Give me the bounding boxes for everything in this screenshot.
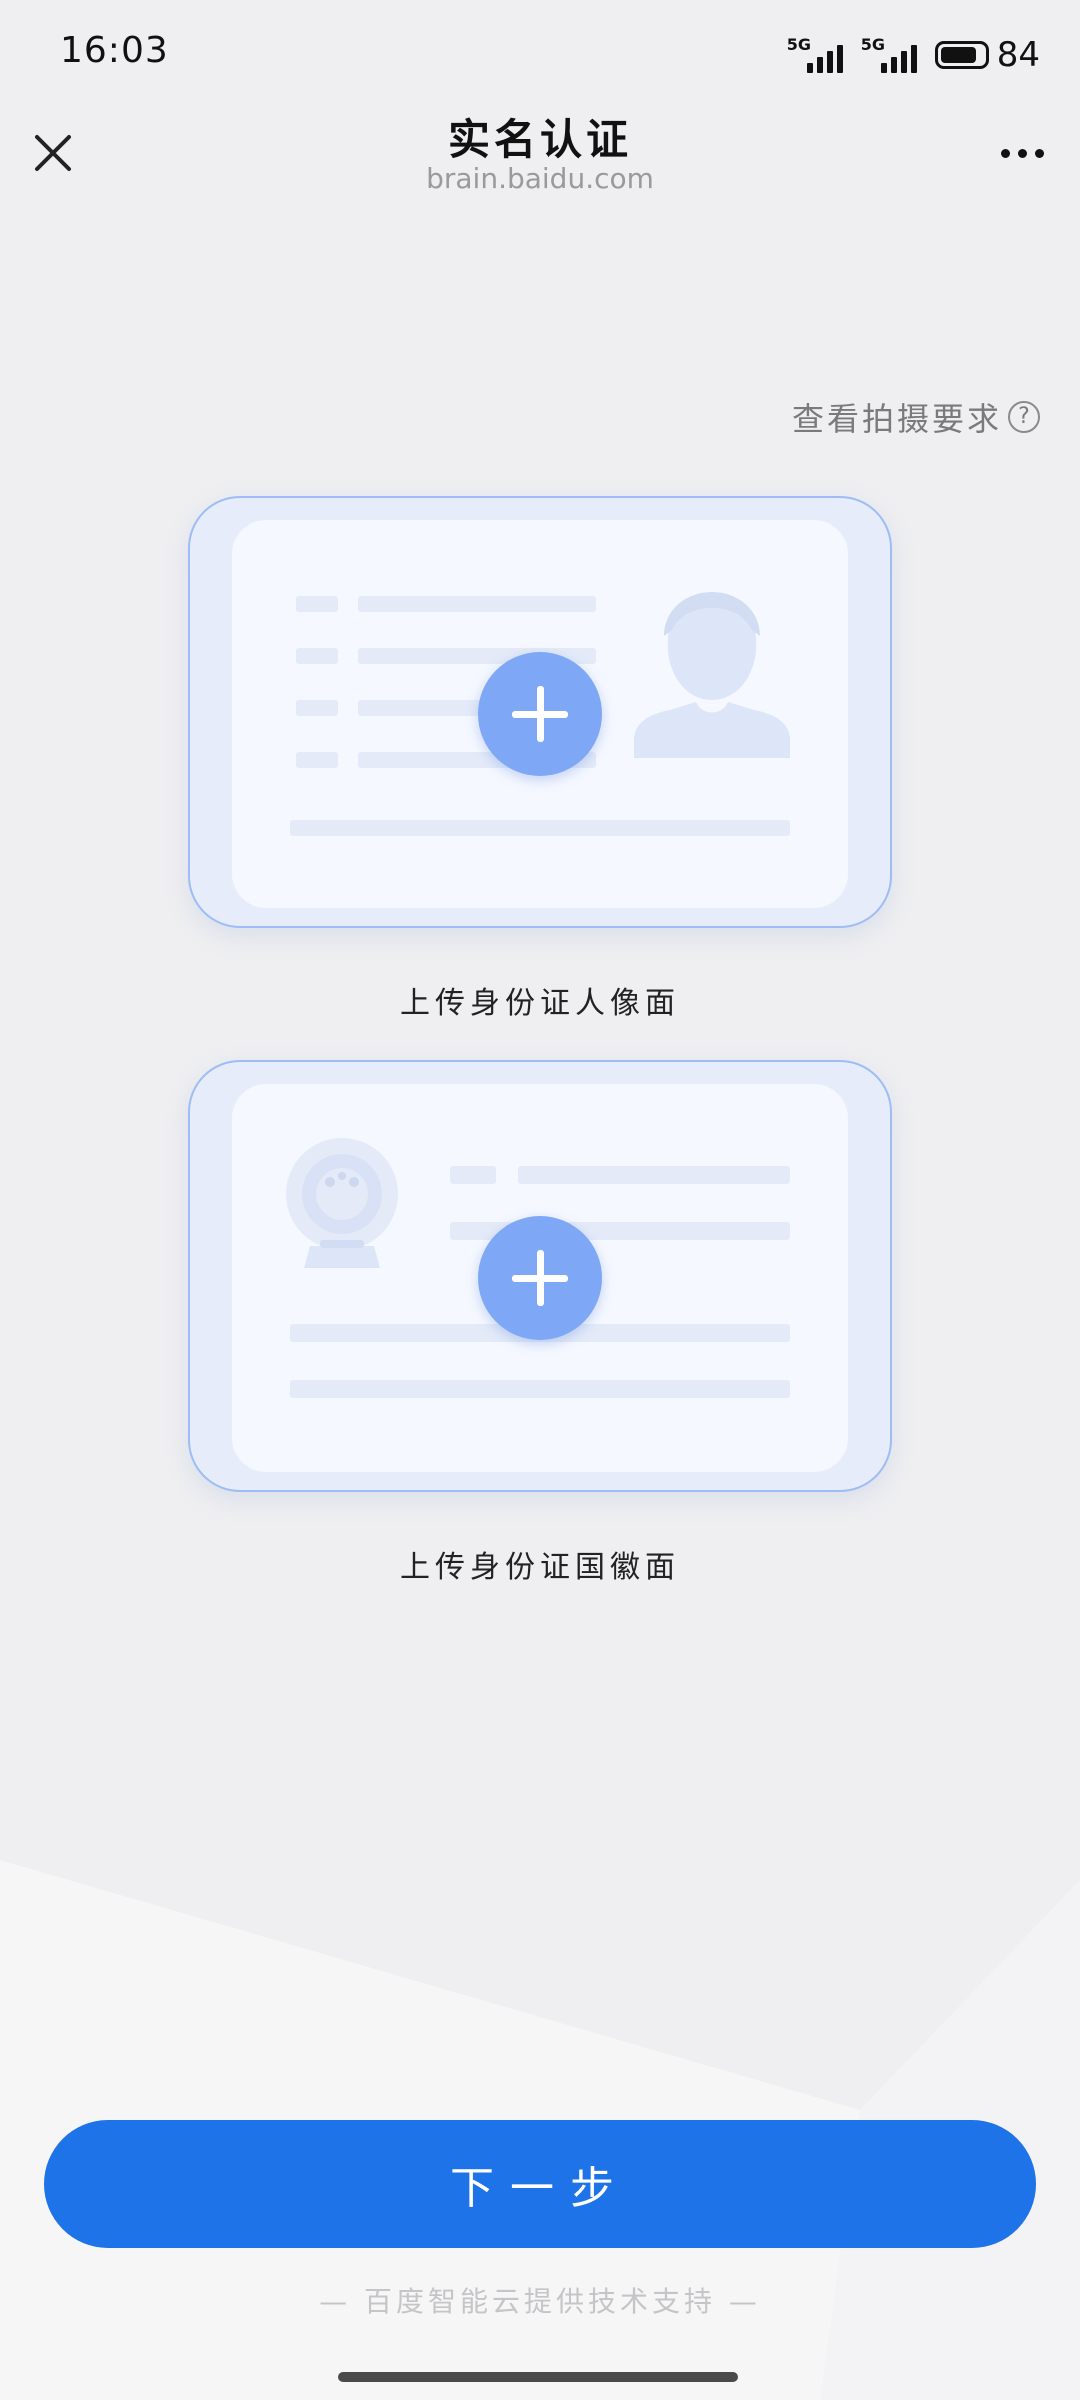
more-dots-icon (1000, 148, 1010, 158)
help-icon: ? (1008, 401, 1040, 433)
status-time: 16:03 (60, 30, 169, 71)
page-title: 实名认证 (447, 115, 632, 164)
view-photo-requirements-link[interactable]: 查看拍摄要求 ? (792, 394, 1040, 440)
plus-icon (478, 652, 602, 776)
signal-icon: 5G (787, 35, 847, 75)
more-options-button[interactable] (992, 128, 1052, 178)
upload-id-back-card[interactable] (188, 1060, 892, 1492)
battery-indicator: 84 (934, 35, 1040, 75)
back-card-caption: 上传身份证国徽面 (400, 1550, 680, 1585)
id-card-placeholder (232, 520, 848, 908)
page-domain: brain.baidu.com (426, 162, 654, 195)
national-emblem-icon (286, 1138, 398, 1268)
next-step-button[interactable]: 下一步 (44, 2120, 1036, 2248)
home-indicator[interactable] (338, 2372, 738, 2382)
id-card-placeholder (232, 1084, 848, 1472)
signal-icon-secondary: 5G (861, 35, 921, 75)
footer-credit: — 百度智能云提供技术支持 — (319, 2285, 761, 2318)
status-indicators: 5G 5G 84 (787, 30, 1040, 80)
status-bar: 16:03 5G 5G 84 (0, 0, 1080, 100)
portrait-silhouette-icon (634, 592, 790, 758)
requirements-label: 查看拍摄要求 (791, 400, 1002, 438)
battery-level: 84 (996, 35, 1040, 75)
title-bar: 实名认证 brain.baidu.com (0, 100, 1080, 220)
upload-id-front-card[interactable] (188, 496, 892, 928)
battery-icon (934, 41, 989, 69)
plus-icon (478, 1216, 602, 1340)
front-card-caption: 上传身份证人像面 (400, 986, 680, 1021)
